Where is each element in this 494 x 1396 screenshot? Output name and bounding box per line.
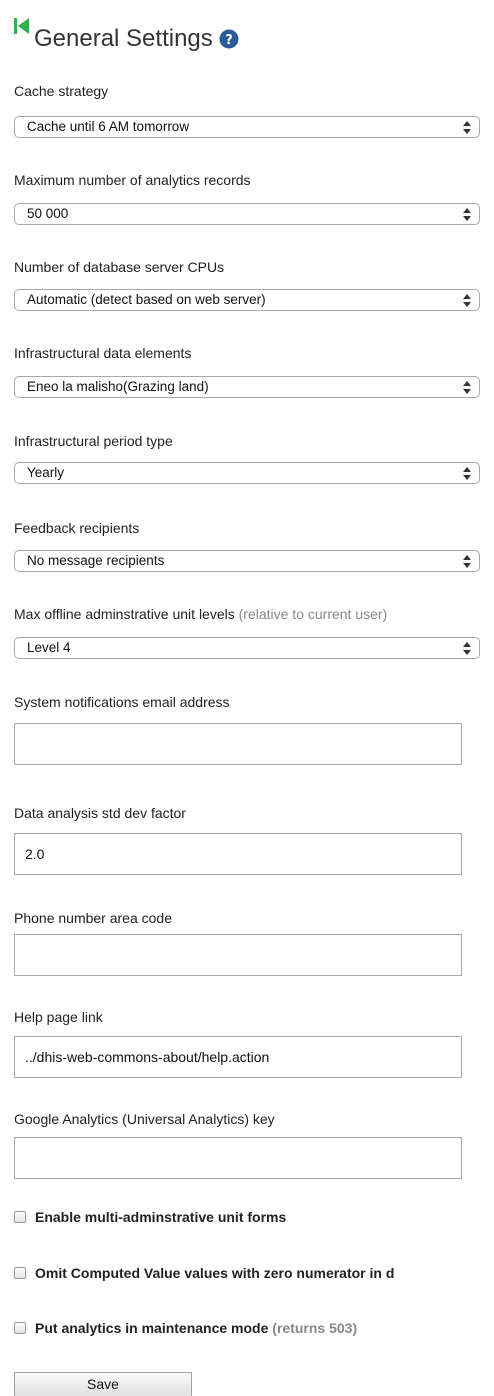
max-analytics-records-select[interactable]: 50 000	[14, 203, 480, 225]
analytics-maintenance-label: Put analytics in maintenance mode (retur…	[35, 1320, 357, 1336]
analytics-maintenance-row: Put analytics in maintenance mode (retur…	[14, 1320, 357, 1336]
std-dev-factor-label: Data analysis std dev factor	[14, 805, 186, 821]
feedback-recipients-value: No message recipients	[27, 553, 165, 568]
omit-zero-numerator-label: Omit Computed Value values with zero num…	[35, 1265, 395, 1281]
back-arrow-icon[interactable]	[12, 16, 34, 38]
select-arrows-icon	[463, 294, 471, 307]
page-title: General Settings	[34, 25, 213, 52]
phone-area-code-label: Phone number area code	[14, 910, 172, 926]
multi-org-forms-checkbox[interactable]	[14, 1211, 26, 1223]
analytics-maintenance-checkbox[interactable]	[14, 1322, 26, 1334]
select-arrows-icon	[463, 467, 471, 480]
phone-area-code-input[interactable]	[14, 934, 462, 976]
analytics-maintenance-label-text: Put analytics in maintenance mode	[35, 1320, 269, 1336]
db-server-cpus-label: Number of database server CPUs	[14, 259, 225, 275]
google-analytics-key-input[interactable]	[14, 1137, 462, 1179]
omit-zero-numerator-row: Omit Computed Value values with zero num…	[14, 1265, 394, 1281]
analytics-maintenance-note: (returns 503)	[272, 1320, 358, 1336]
page-header: General Settings ?	[12, 16, 239, 56]
svg-text:?: ?	[225, 33, 233, 48]
max-offline-levels-note: (relative to current user)	[238, 606, 388, 622]
cache-strategy-select[interactable]: Cache until 6 AM tomorrow	[14, 116, 480, 138]
infra-period-type-value: Yearly	[27, 465, 65, 480]
max-offline-levels-label: Max offline adminstrative unit levels (r…	[14, 605, 387, 623]
select-arrows-icon	[463, 121, 471, 134]
omit-zero-numerator-checkbox[interactable]	[14, 1267, 26, 1279]
select-arrows-icon	[463, 381, 471, 394]
max-offline-levels-label-text: Max offline adminstrative unit levels	[14, 606, 235, 622]
help-page-link-input[interactable]: ../dhis-web-commons-about/help.action	[14, 1036, 462, 1078]
infra-period-type-select[interactable]: Yearly	[14, 462, 480, 484]
db-server-cpus-value: Automatic (detect based on web server)	[27, 292, 266, 307]
select-arrows-icon	[463, 642, 471, 655]
google-analytics-key-label: Google Analytics (Universal Analytics) k…	[14, 1111, 275, 1127]
std-dev-factor-input[interactable]: 2.0	[14, 833, 462, 875]
max-analytics-records-value: 50 000	[27, 206, 69, 221]
multi-org-forms-row: Enable multi-adminstrative unit forms	[14, 1209, 286, 1225]
notification-email-input[interactable]	[14, 723, 462, 765]
select-arrows-icon	[463, 555, 471, 568]
infra-period-type-label: Infrastructural period type	[14, 433, 173, 449]
infra-data-elements-label: Infrastructural data elements	[14, 345, 192, 361]
multi-org-forms-label: Enable multi-adminstrative unit forms	[35, 1209, 287, 1225]
help-page-link-label: Help page link	[14, 1009, 103, 1025]
max-analytics-records-label: Maximum number of analytics records	[14, 172, 251, 188]
help-icon[interactable]: ?	[219, 29, 239, 49]
select-arrows-icon	[463, 208, 471, 221]
save-button[interactable]: Save	[14, 1372, 192, 1396]
cache-strategy-value: Cache until 6 AM tomorrow	[27, 119, 190, 134]
infra-data-elements-select[interactable]: Eneo la malisho(Grazing land)	[14, 376, 480, 398]
cache-strategy-label: Cache strategy	[14, 83, 109, 99]
max-offline-levels-select[interactable]: Level 4	[14, 637, 480, 659]
max-offline-levels-value: Level 4	[27, 640, 71, 655]
feedback-recipients-label: Feedback recipients	[14, 520, 140, 536]
general-settings-page: General Settings ? Cache strategy Cache …	[0, 0, 494, 1396]
infra-data-elements-value: Eneo la malisho(Grazing land)	[27, 379, 209, 394]
db-server-cpus-select[interactable]: Automatic (detect based on web server)	[14, 289, 480, 311]
feedback-recipients-select[interactable]: No message recipients	[14, 550, 480, 572]
notification-email-label: System notifications email address	[14, 694, 230, 710]
